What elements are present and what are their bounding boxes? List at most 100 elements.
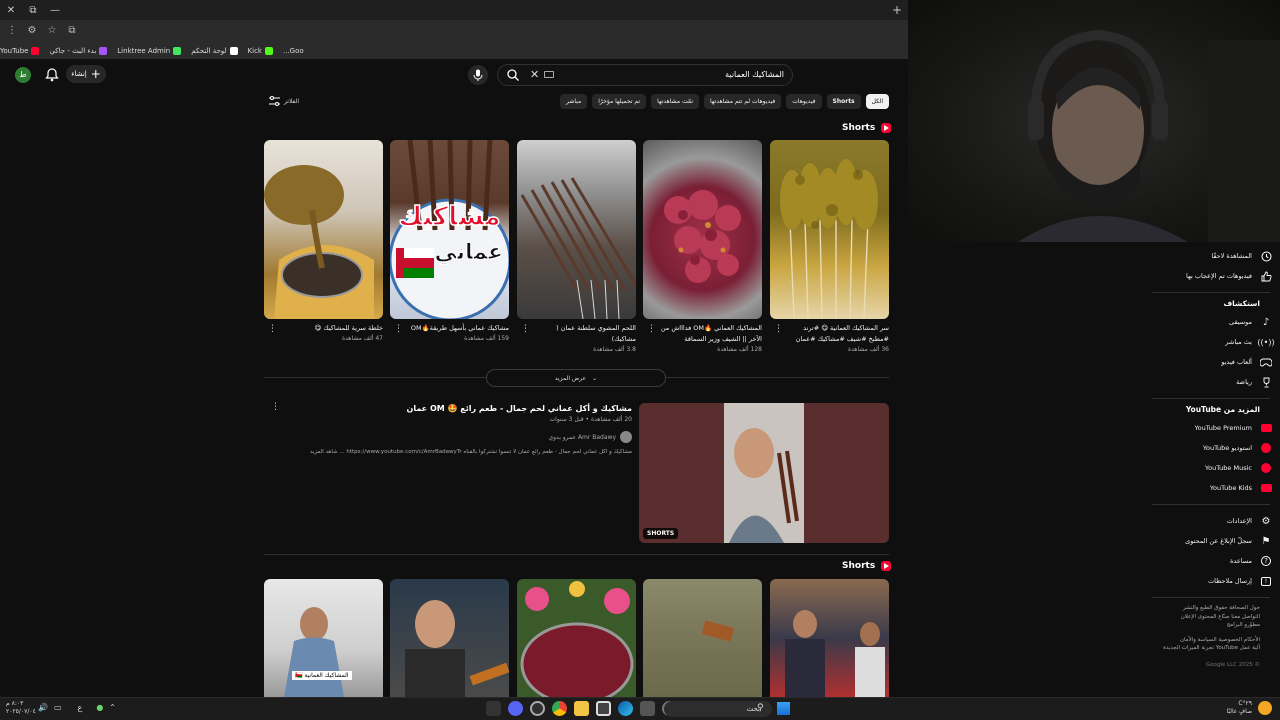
bookmark-dashboard[interactable]: لوحة التحكم [191, 46, 238, 55]
short-card[interactable]: اللحم المشوي سلطنة عمان ( مشاكيك) 3.8 أل… [517, 140, 636, 355]
sidebar-item-feedback[interactable]: ! إرسال ملاحظات [1152, 571, 1280, 591]
filters-button[interactable]: الفلاتر [269, 96, 299, 106]
sidebar-item-music[interactable]: ♪ موسيقى [1152, 312, 1280, 332]
extensions-icon[interactable]: ⚙ [24, 23, 40, 39]
short-card[interactable]: المشاكيك العماني 🔥OM فداااش من الآخر || … [643, 140, 762, 355]
chip-watched[interactable]: تمّت مشاهدتها [651, 94, 700, 109]
chip-shorts[interactable]: Shorts [826, 94, 861, 109]
short-thumbnail[interactable] [390, 579, 509, 697]
short-title[interactable]: مشاكيك عماني بأسهل طريقة🔥OM [404, 323, 509, 334]
chrome-icon[interactable] [552, 701, 567, 716]
language-indicator[interactable]: ع [78, 703, 83, 712]
short-card[interactable]: سر المشاكيك العمانية 😋 #ترند #مطبخ #شيف … [770, 140, 889, 355]
short-thumbnail[interactable] [770, 579, 889, 697]
chip-live[interactable]: مباشر [560, 94, 588, 109]
short-thumbnail[interactable]: المشاكيك العمانية 🇴🇲 [264, 579, 383, 697]
sidebar-footer-links-4[interactable]: الأحكام الخصوصية السياسة والأمان [1152, 636, 1280, 645]
short-title[interactable]: سر المشاكيك العمانية 😋 #ترند #مطبخ #شيف … [784, 323, 889, 345]
cast-icon[interactable]: ⧉ [64, 23, 80, 39]
store-icon[interactable] [596, 701, 611, 716]
short-card[interactable] [770, 579, 889, 697]
bookmark-start-stream[interactable]: بدء البث - جاكي [49, 46, 108, 55]
mic-tray-icon[interactable]: ● [96, 703, 103, 712]
menu-icon[interactable]: ⋮ [4, 23, 20, 39]
bookmark-google[interactable]: Goo... [283, 47, 304, 55]
sidebar-footer-links-1[interactable]: حول الصحافة حقوق الطبع والنشر [1152, 604, 1280, 613]
video-title[interactable]: مشاكيك و أكل عماني لحم جمال - طعم رائع 🤩… [264, 403, 632, 415]
sidebar-footer-links-3[interactable]: مطوّرو البرامج [1152, 621, 1280, 630]
chip-unwatched[interactable]: فيديوهات لم تتم مشاهدتها [704, 94, 782, 109]
weather-widget[interactable]: ٢٩°C صافٍ غالبًا [1227, 700, 1252, 716]
bookmark-linktree[interactable]: Linktree Admin [117, 46, 182, 55]
channel-row[interactable]: Amr Badawy عمرو بدوي [264, 431, 632, 443]
short-card[interactable] [390, 579, 509, 697]
more-options-icon[interactable]: ⋮ [268, 325, 277, 334]
short-thumbnail[interactable] [643, 579, 762, 697]
new-tab-button[interactable]: + [892, 3, 902, 17]
sidebar-item-sports[interactable]: رياضة [1152, 372, 1280, 392]
more-options-icon[interactable]: ⋮ [647, 325, 656, 334]
short-title[interactable]: المشاكيك العماني 🔥OM فداااش من الآخر || … [657, 323, 762, 345]
short-card[interactable] [643, 579, 762, 697]
sidebar-item-yt-premium[interactable]: YouTube Premium [1152, 418, 1280, 438]
chevron-up-icon[interactable]: ⌃ [109, 703, 116, 712]
more-options-icon[interactable]: ⋮ [774, 325, 783, 334]
sidebar-item-liked[interactable]: فيديوهات تم الإعجاب بها [1152, 266, 1280, 286]
file-explorer-icon[interactable] [574, 701, 589, 716]
account-avatar[interactable]: ط [15, 67, 31, 83]
discord-icon[interactable] [508, 701, 523, 716]
short-title[interactable]: خلطة سرية للمشاكيك 😋 [278, 323, 384, 334]
restore-icon[interactable]: ⧉ [22, 5, 44, 16]
short-thumbnail[interactable] [264, 140, 383, 319]
sidebar-item-report-history[interactable]: ⚑ سجلّ الإبلاغ عن المحتوى [1152, 531, 1280, 551]
sidebar-item-watch-later[interactable]: المشاهدة لاحقًا [1152, 246, 1280, 266]
short-title[interactable]: اللحم المشوي سلطنة عمان ( مشاكيك) [531, 323, 636, 345]
short-thumbnail[interactable] [770, 140, 889, 319]
obs-icon[interactable] [530, 701, 545, 716]
search-input[interactable]: ✕ المشاكيك العمانية [497, 64, 793, 86]
channel-name[interactable]: Amr Badawy عمرو بدوي [548, 434, 616, 441]
short-card[interactable] [517, 579, 636, 697]
sidebar-footer-links-5[interactable]: آلية عمل YouTube تجربة الميزات الجديدة [1152, 644, 1280, 653]
windows-start-icon[interactable] [777, 702, 790, 715]
chip-recently-uploaded[interactable]: تم تحميلها مؤخرًا [592, 94, 647, 109]
show-more-button[interactable]: عرض المزيد ⌄ [486, 369, 666, 387]
clear-search-icon[interactable]: ✕ [530, 68, 539, 81]
more-options-icon[interactable]: ⋮ [394, 325, 403, 334]
more-options-icon[interactable]: ⋮ [521, 325, 530, 334]
volume-icon[interactable]: 🔊 [38, 703, 48, 712]
bookmark-star-icon[interactable]: ☆ [44, 23, 60, 39]
network-icon[interactable]: ▭ [54, 703, 62, 712]
sidebar-item-live[interactable]: ((•)) بث مباشر [1152, 332, 1280, 352]
keyboard-icon[interactable] [544, 71, 554, 78]
short-thumbnail[interactable] [643, 140, 762, 319]
video-more-options-icon[interactable]: ⋮ [271, 402, 280, 412]
close-icon[interactable]: ✕ [0, 5, 22, 16]
short-thumbnail[interactable] [517, 579, 636, 697]
task-view-icon[interactable] [640, 701, 655, 716]
sidebar-item-yt-music[interactable]: YouTube Music [1152, 458, 1280, 478]
video-thumbnail[interactable]: SHORTS [639, 403, 889, 543]
clock[interactable]: ٨:٠٣ م ٢٠٢٥/٠٧/٠٤ [6, 700, 36, 716]
taskbar-search[interactable]: بحث [664, 701, 772, 717]
sidebar-footer-links-2[interactable]: التواصل معنا صنّاع المحتوى الإعلان [1152, 613, 1280, 622]
short-thumbnail[interactable]: مشاكيك عماني [390, 140, 509, 319]
bookmark-youtube[interactable]: YouTube [0, 46, 40, 55]
create-button[interactable]: إنشاء + [66, 65, 106, 83]
minimize-icon[interactable]: — [44, 5, 66, 16]
short-thumbnail[interactable] [517, 140, 636, 319]
sidebar-item-help[interactable]: ? مساعدة [1152, 551, 1280, 571]
short-card[interactable]: مشاكيك عماني مشاكيك عماني بأسهل طريقة🔥OM… [390, 140, 509, 344]
bookmark-kick[interactable]: Kick [248, 46, 273, 55]
sidebar-item-settings[interactable]: ⚙ الإعدادات [1152, 511, 1280, 531]
edge-icon[interactable] [618, 701, 633, 716]
sidebar-item-yt-kids[interactable]: YouTube Kids [1152, 478, 1280, 498]
sidebar-item-gaming[interactable]: ألعاب فيديو [1152, 352, 1280, 372]
search-icon[interactable] [506, 68, 520, 82]
voice-search-button[interactable] [468, 65, 488, 85]
app-icon-1[interactable] [486, 701, 501, 716]
short-card[interactable]: خلطة سرية للمشاكيك 😋 47 ألف مشاهدة ⋮ [264, 140, 383, 344]
short-card[interactable]: المشاكيك العمانية 🇴🇲 [264, 579, 383, 697]
chip-videos[interactable]: فيديوهات [786, 94, 822, 109]
chip-all[interactable]: الكل [865, 94, 889, 109]
